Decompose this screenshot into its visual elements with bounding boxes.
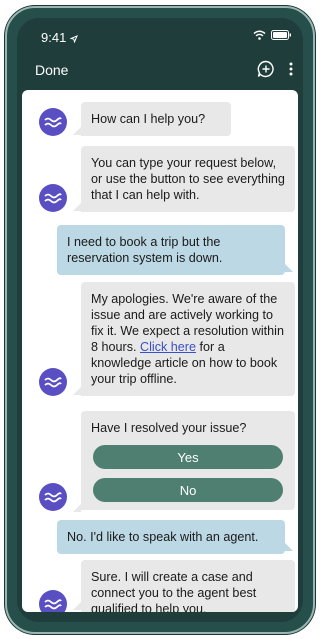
- bot-bubble: Sure. I will create a case and connect y…: [81, 560, 295, 612]
- bubble-tail: [285, 264, 293, 272]
- message-text: I need to book a trip but the reservatio…: [67, 235, 223, 265]
- battery-icon: [271, 30, 291, 40]
- bubble-tail: [73, 127, 81, 135]
- bot-bubble: My apologies. We're aware of the issue a…: [81, 282, 295, 396]
- status-time-text: 9:41: [41, 30, 67, 45]
- wave-logo-icon: [44, 599, 62, 610]
- bubble-tail: [285, 543, 293, 551]
- bubble-tail: [73, 504, 81, 512]
- new-chat-icon[interactable]: [257, 60, 275, 78]
- bot-avatar: [39, 108, 67, 136]
- status-bar: 9:41: [17, 18, 303, 56]
- message-text: How can I help you?: [91, 112, 206, 126]
- bot-message: My apologies. We're aware of the issue a…: [81, 282, 295, 396]
- bot-message: Sure. I will create a case and connect y…: [81, 560, 295, 612]
- done-button[interactable]: Done: [35, 62, 68, 78]
- bot-avatar: [39, 184, 67, 212]
- bot-message: You can type your request below, or use …: [81, 146, 295, 212]
- phone-frame: 9:41 Done How can I help you? You can ty…: [5, 6, 315, 634]
- message-text: No. I'd like to speak with an agent.: [67, 530, 259, 544]
- no-button[interactable]: No: [93, 478, 283, 502]
- status-time: 9:41: [41, 30, 78, 45]
- bot-avatar: [39, 590, 67, 612]
- message-text: You can type your request below, or use …: [91, 156, 285, 202]
- knowledge-article-link[interactable]: Click here: [140, 340, 196, 354]
- bubble-tail: [73, 203, 81, 211]
- bot-bubble: You can type your request below, or use …: [81, 146, 295, 212]
- user-message: No. I'd like to speak with an agent.: [57, 520, 285, 554]
- bot-message: How can I help you?: [81, 102, 231, 136]
- user-bubble: I need to book a trip but the reservatio…: [57, 225, 285, 275]
- message-text: Have I resolved your issue?: [91, 421, 247, 435]
- wifi-icon: [253, 30, 266, 40]
- bubble-tail: [73, 387, 81, 395]
- nav-actions: [257, 60, 293, 78]
- bot-avatar: [39, 483, 67, 511]
- status-icons: [253, 30, 291, 40]
- wave-logo-icon: [44, 377, 62, 388]
- user-message: I need to book a trip but the reservatio…: [57, 225, 285, 275]
- bot-bubble: How can I help you?: [81, 102, 231, 136]
- wave-logo-icon: [44, 117, 62, 128]
- user-bubble: No. I'd like to speak with an agent.: [57, 520, 285, 554]
- yes-button[interactable]: Yes: [93, 445, 283, 469]
- more-options-icon[interactable]: [289, 61, 293, 77]
- wave-logo-icon: [44, 492, 62, 503]
- screen: 9:41 Done How can I help you? You can ty…: [17, 18, 303, 622]
- location-arrow-icon: [69, 34, 78, 44]
- wave-logo-icon: [44, 193, 62, 204]
- chat-area: How can I help you? You can type your re…: [22, 90, 298, 612]
- nav-bar: Done: [17, 56, 303, 90]
- bot-message: Have I resolved your issue? Yes No: [81, 411, 295, 510]
- bot-bubble: Have I resolved your issue? Yes No: [81, 411, 295, 510]
- message-text: Sure. I will create a case and connect y…: [91, 570, 257, 612]
- bubble-tail: [73, 602, 81, 610]
- bot-avatar: [39, 368, 67, 396]
